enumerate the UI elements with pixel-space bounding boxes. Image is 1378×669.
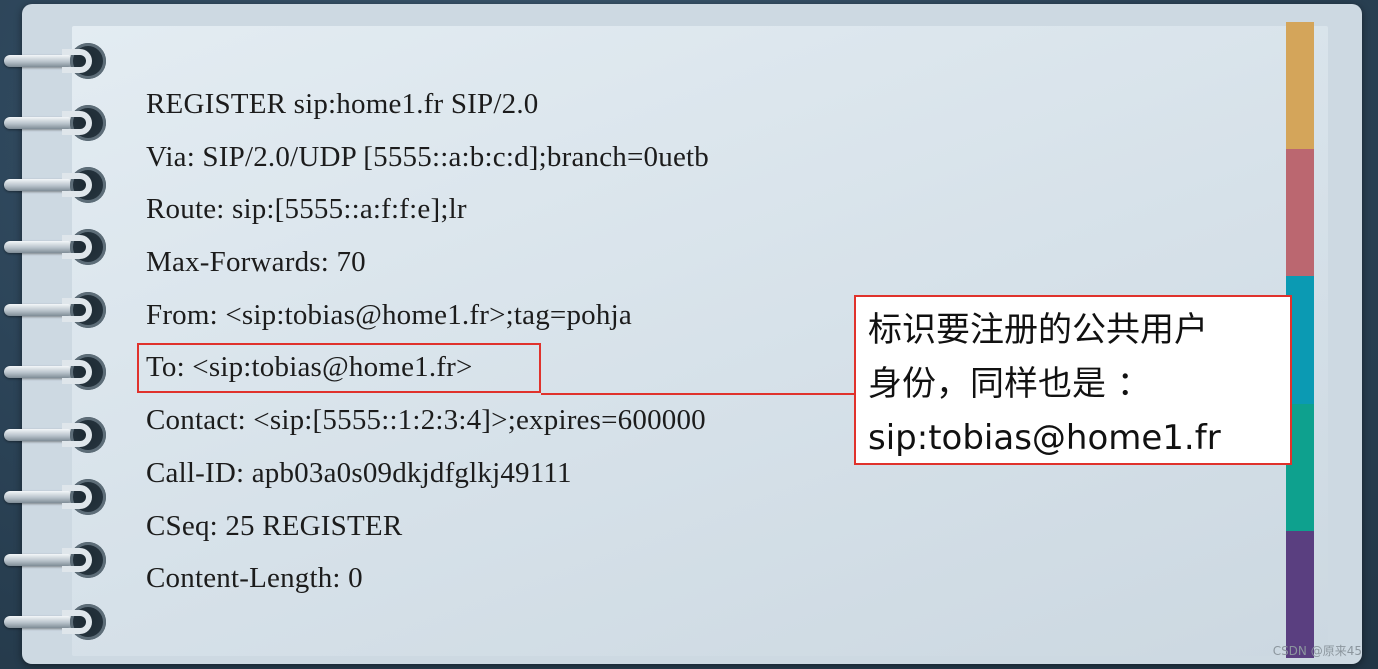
spiral-ring-icon [4, 290, 108, 330]
spiral-ring-icon [4, 415, 108, 455]
callout-line-2: 身份，同样也是 ： [868, 364, 1151, 404]
sip-header-contact: Contact: <sip:[5555::1:2:3:4]>;expires=6… [146, 404, 706, 437]
sip-header-call-id: Call-ID: apb03a0s09dkjdfglkj49111 [146, 456, 572, 489]
sip-header-content-length: Content-Length: 0 [146, 562, 363, 595]
callout-line-1: 标识要注册的公共用户 [868, 310, 1208, 350]
spiral-ring-icon [4, 41, 108, 81]
spiral-ring-icon [4, 477, 108, 517]
watermark: CSDN @原来45 [1272, 644, 1362, 658]
tab-red [1286, 149, 1314, 277]
spiral-ring-icon [4, 352, 108, 392]
tab-yellow [1286, 22, 1314, 150]
spiral-ring-icon [4, 227, 108, 267]
spiral-ring-icon [4, 103, 108, 143]
sip-header-via: Via: SIP/2.0/UDP [5555::a:b:c:d];branch=… [146, 140, 709, 173]
sip-request-line: REGISTER sip:home1.fr SIP/2.0 [146, 88, 539, 120]
callout-line-3: sip:tobias@home1.fr [868, 418, 1221, 458]
sip-header-cseq: CSeq: 25 REGISTER [146, 509, 403, 542]
to-header-highlight [137, 343, 541, 393]
sip-header-max-forwards: Max-Forwards: 70 [146, 246, 366, 279]
sip-header-from: From: <sip:tobias@home1.fr>;tag=pohja [146, 298, 632, 331]
tab-purple [1286, 530, 1314, 659]
spiral-ring-icon [4, 602, 108, 642]
sip-header-route: Route: sip:[5555::a:f:f:e];lr [146, 193, 467, 226]
spiral-ring-icon [4, 540, 108, 580]
annotation-callout: 标识要注册的公共用户 身份，同样也是 ： sip:tobias@home1.fr [854, 295, 1292, 465]
callout-connector-line [541, 393, 856, 395]
spiral-ring-icon [4, 165, 108, 205]
